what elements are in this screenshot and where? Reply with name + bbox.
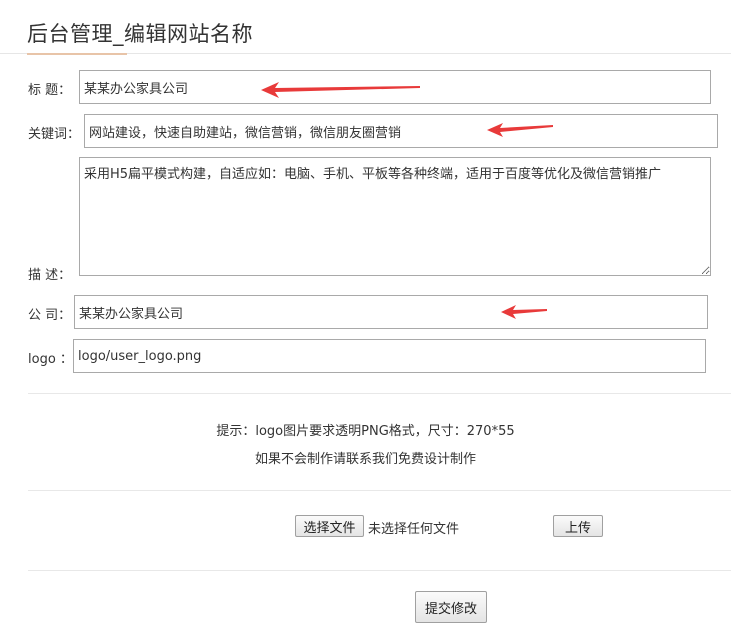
section-divider: [28, 570, 731, 571]
logo-label: logo ：: [28, 352, 73, 367]
title-label: 标 题：: [28, 83, 72, 98]
title-accent-line: [27, 53, 127, 55]
choose-file-button[interactable]: 选择文件: [295, 515, 364, 537]
description-textarea[interactable]: 采用H5扁平模式构建，自适应如：电脑、手机、平板等各种终端，适用于百度等优化及微…: [79, 157, 711, 276]
logo-path-input[interactable]: [73, 339, 706, 373]
description-label: 描 述：: [28, 268, 72, 283]
logo-hint: 提示：logo图片要求透明PNG格式，尺寸：270*55: [216, 424, 515, 439]
section-divider: [28, 490, 731, 491]
company-label: 公 司：: [28, 308, 72, 323]
design-contact-hint: 如果不会制作请联系我们免费设计制作: [254, 452, 476, 467]
title-input[interactable]: [79, 70, 711, 104]
keywords-input[interactable]: [84, 114, 718, 148]
section-divider: [28, 393, 731, 394]
company-input[interactable]: [74, 295, 708, 329]
page-title: 后台管理_编辑网站名称: [27, 22, 253, 46]
file-status-text: 未选择任何文件: [368, 522, 460, 537]
submit-button[interactable]: 提交修改: [415, 591, 487, 623]
upload-button[interactable]: 上传: [553, 515, 603, 537]
keywords-label: 关键词：: [28, 127, 81, 142]
